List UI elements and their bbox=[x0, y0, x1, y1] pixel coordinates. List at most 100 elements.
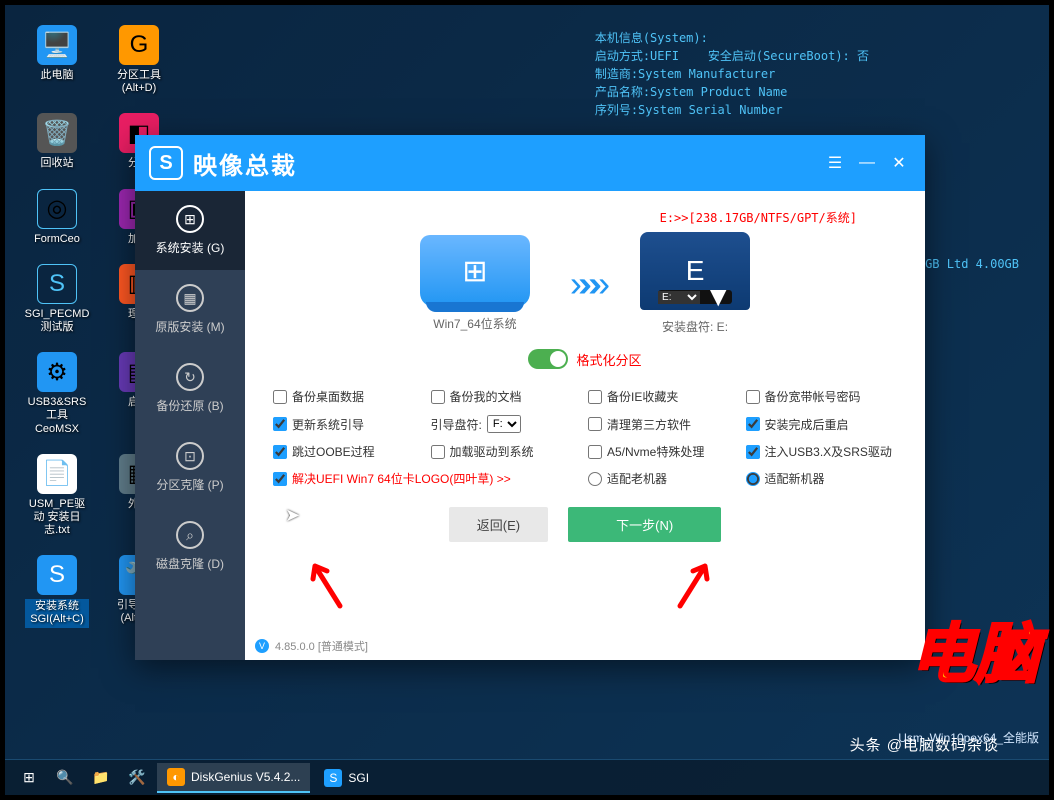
start-button[interactable]: ⊞ bbox=[13, 763, 45, 793]
back-button[interactable]: 返回(E) bbox=[449, 507, 548, 542]
partition-icon: ⊡ bbox=[176, 442, 204, 470]
desktop-icon-installsgi[interactable]: S安装系统 SGI(Alt+C) bbox=[25, 555, 89, 627]
taskbar-tool-icon[interactable]: 🛠️ bbox=[121, 763, 153, 793]
titlebar[interactable]: S 映像总裁 ☰ — ✕ bbox=[135, 135, 925, 191]
desktop-icon-formceo[interactable]: ◎FormCeo bbox=[25, 189, 89, 246]
red-arrow-annotation bbox=[675, 551, 715, 611]
sidebar-item-original[interactable]: ▦原版安装 (M) bbox=[135, 270, 245, 349]
option-label: 备份我的文档 bbox=[450, 388, 522, 405]
sgi-icon: S bbox=[324, 769, 342, 787]
sidebar-item-install[interactable]: ⊞系统安装 (G) bbox=[135, 191, 245, 270]
option-checkbox[interactable] bbox=[431, 390, 445, 404]
minimize-icon[interactable]: — bbox=[855, 151, 879, 175]
option-13[interactable]: 适配老机器 bbox=[588, 470, 740, 487]
option-checkbox[interactable] bbox=[273, 445, 287, 459]
arrow-icon: »»» bbox=[570, 263, 600, 305]
tiles-icon: ▦ bbox=[176, 284, 204, 312]
sidebar-item-backup[interactable]: ↻备份还原 (B) bbox=[135, 349, 245, 428]
taskbar: ⊞ 🔍 📁 🛠️ ◐DiskGenius V5.4.2... SSGI bbox=[5, 759, 1049, 795]
option-checkbox[interactable] bbox=[431, 445, 445, 459]
restore-icon: ↻ bbox=[176, 363, 204, 391]
option-label: 更新系统引导 bbox=[292, 416, 364, 433]
option-checkbox[interactable] bbox=[746, 390, 760, 404]
desktop-icon-usb3srs[interactable]: ⚙USB3&SRS 工具CeoMSX bbox=[25, 352, 89, 436]
desktop-icon-recyclebin[interactable]: 🗑️回收站 bbox=[25, 113, 89, 170]
version-label: V4.85.0.0 [普通模式] bbox=[255, 638, 368, 654]
taskbar-app-sgi[interactable]: SSGI bbox=[314, 763, 379, 793]
option-checkbox[interactable] bbox=[273, 417, 287, 431]
source-label: Win7_64位系统 bbox=[420, 315, 530, 332]
app-title: 映像总裁 bbox=[193, 146, 815, 181]
option-label: 适配新机器 bbox=[765, 470, 825, 487]
option-14[interactable]: 适配新机器 bbox=[746, 470, 898, 487]
content-pane: E:>>[238.17GB/NTFS/GPT/系统] ⊞ Win7_64位系统 … bbox=[245, 191, 925, 660]
windows-logo-icon: ⊞ bbox=[462, 254, 487, 289]
option-checkbox[interactable] bbox=[746, 417, 760, 431]
format-toggle[interactable]: 格式化分区 bbox=[528, 349, 641, 369]
watermark-text: 电脑 bbox=[911, 603, 1039, 695]
desktop-icon-diskgenius[interactable]: G分区工具 (Alt+D) bbox=[107, 25, 171, 95]
option-checkbox[interactable] bbox=[588, 390, 602, 404]
option-7[interactable]: 安装完成后重启 bbox=[746, 415, 898, 433]
target-disk[interactable]: E E:▼ 安装盘符: E: bbox=[640, 232, 750, 335]
option-10[interactable]: A5/Nvme特殊处理 bbox=[588, 443, 740, 460]
diskgenius-icon: ◐ bbox=[167, 768, 185, 786]
desktop-icon-sgipecmd[interactable]: SSGI_PECMD 测试版 bbox=[25, 264, 89, 334]
close-icon[interactable]: ✕ bbox=[887, 151, 911, 175]
drive-select[interactable]: E: bbox=[658, 291, 700, 304]
switch-icon[interactable] bbox=[528, 349, 568, 369]
option-1[interactable]: 备份我的文档 bbox=[431, 388, 583, 405]
option-label: 加载驱动到系统 bbox=[450, 443, 534, 460]
option-label: 注入USB3.X及SRS驱动 bbox=[765, 443, 892, 460]
option-8[interactable]: 跳过OOBE过程 bbox=[273, 443, 425, 460]
watermark-author: 头条 @电脑数码杂谈 bbox=[850, 734, 999, 755]
option-checkbox[interactable] bbox=[588, 417, 602, 431]
option-checkbox[interactable] bbox=[746, 445, 760, 459]
taskbar-app-diskgenius[interactable]: ◐DiskGenius V5.4.2... bbox=[157, 763, 310, 793]
drive-letter: E bbox=[686, 255, 705, 287]
option-radio[interactable] bbox=[746, 472, 760, 486]
option-2[interactable]: 备份IE收藏夹 bbox=[588, 388, 740, 405]
option-label: 清理第三方软件 bbox=[607, 416, 691, 433]
sidebar: ⊞系统安装 (G) ▦原版安装 (M) ↻备份还原 (B) ⊡分区克隆 (P) … bbox=[135, 191, 245, 660]
option-select[interactable]: F: bbox=[487, 415, 521, 433]
search-disk-icon: ⌕ bbox=[176, 521, 204, 549]
next-button[interactable]: 下一步(N) bbox=[568, 507, 721, 542]
option-checkbox[interactable] bbox=[588, 445, 602, 459]
option-label: 适配老机器 bbox=[607, 470, 667, 487]
sgi-window: S 映像总裁 ☰ — ✕ ⊞系统安装 (G) ▦原版安装 (M) ↻备份还原 (… bbox=[135, 135, 925, 660]
drive-info: E:>>[238.17GB/NTFS/GPT/系统] bbox=[273, 209, 897, 226]
taskbar-search-icon[interactable]: 🔍 bbox=[49, 763, 81, 793]
option-label: 引导盘符: bbox=[431, 416, 482, 433]
option-6[interactable]: 清理第三方软件 bbox=[588, 415, 740, 433]
menu-icon[interactable]: ☰ bbox=[823, 151, 847, 175]
source-image[interactable]: ⊞ Win7_64位系统 bbox=[420, 235, 530, 332]
options-grid: 备份桌面数据 备份我的文档 备份IE收藏夹 备份宽带帐号密码更新系统引导 引导盘符: F… bbox=[273, 388, 897, 487]
target-label: 安装盘符: E: bbox=[640, 318, 750, 335]
option-label: 备份IE收藏夹 bbox=[607, 388, 678, 405]
option-0[interactable]: 备份桌面数据 bbox=[273, 388, 425, 405]
option-5[interactable]: 引导盘符: F: bbox=[431, 415, 583, 433]
option-label: 备份桌面数据 bbox=[292, 388, 364, 405]
option-label: 备份宽带帐号密码 bbox=[765, 388, 861, 405]
sidebar-item-partclone[interactable]: ⊡分区克隆 (P) bbox=[135, 428, 245, 507]
option-radio[interactable] bbox=[588, 472, 602, 486]
option-3[interactable]: 备份宽带帐号密码 bbox=[746, 388, 898, 405]
option-label: 安装完成后重启 bbox=[765, 416, 849, 433]
option-label: 解决UEFI Win7 64位卡LOGO(四叶草) >> bbox=[292, 470, 511, 487]
desktop-icon-thispc[interactable]: 🖥️此电脑 bbox=[25, 25, 89, 95]
option-4[interactable]: 更新系统引导 bbox=[273, 415, 425, 433]
red-arrow-annotation bbox=[305, 551, 345, 611]
option-label: A5/Nvme特殊处理 bbox=[607, 443, 704, 460]
desktop-icon-usmlog[interactable]: 📄USM_PE驱动 安装日志.txt bbox=[25, 454, 89, 538]
windows-icon: ⊞ bbox=[176, 205, 204, 233]
option-9[interactable]: 加载驱动到系统 bbox=[431, 443, 583, 460]
option-12[interactable]: 解决UEFI Win7 64位卡LOGO(四叶草) >> bbox=[273, 470, 582, 487]
option-checkbox[interactable] bbox=[273, 472, 287, 486]
app-logo-icon: S bbox=[149, 146, 183, 180]
taskbar-explorer-icon[interactable]: 📁 bbox=[85, 763, 117, 793]
option-checkbox[interactable] bbox=[273, 390, 287, 404]
option-label: 跳过OOBE过程 bbox=[292, 443, 375, 460]
sidebar-item-diskclone[interactable]: ⌕磁盘克隆 (D) bbox=[135, 507, 245, 586]
option-11[interactable]: 注入USB3.X及SRS驱动 bbox=[746, 443, 898, 460]
